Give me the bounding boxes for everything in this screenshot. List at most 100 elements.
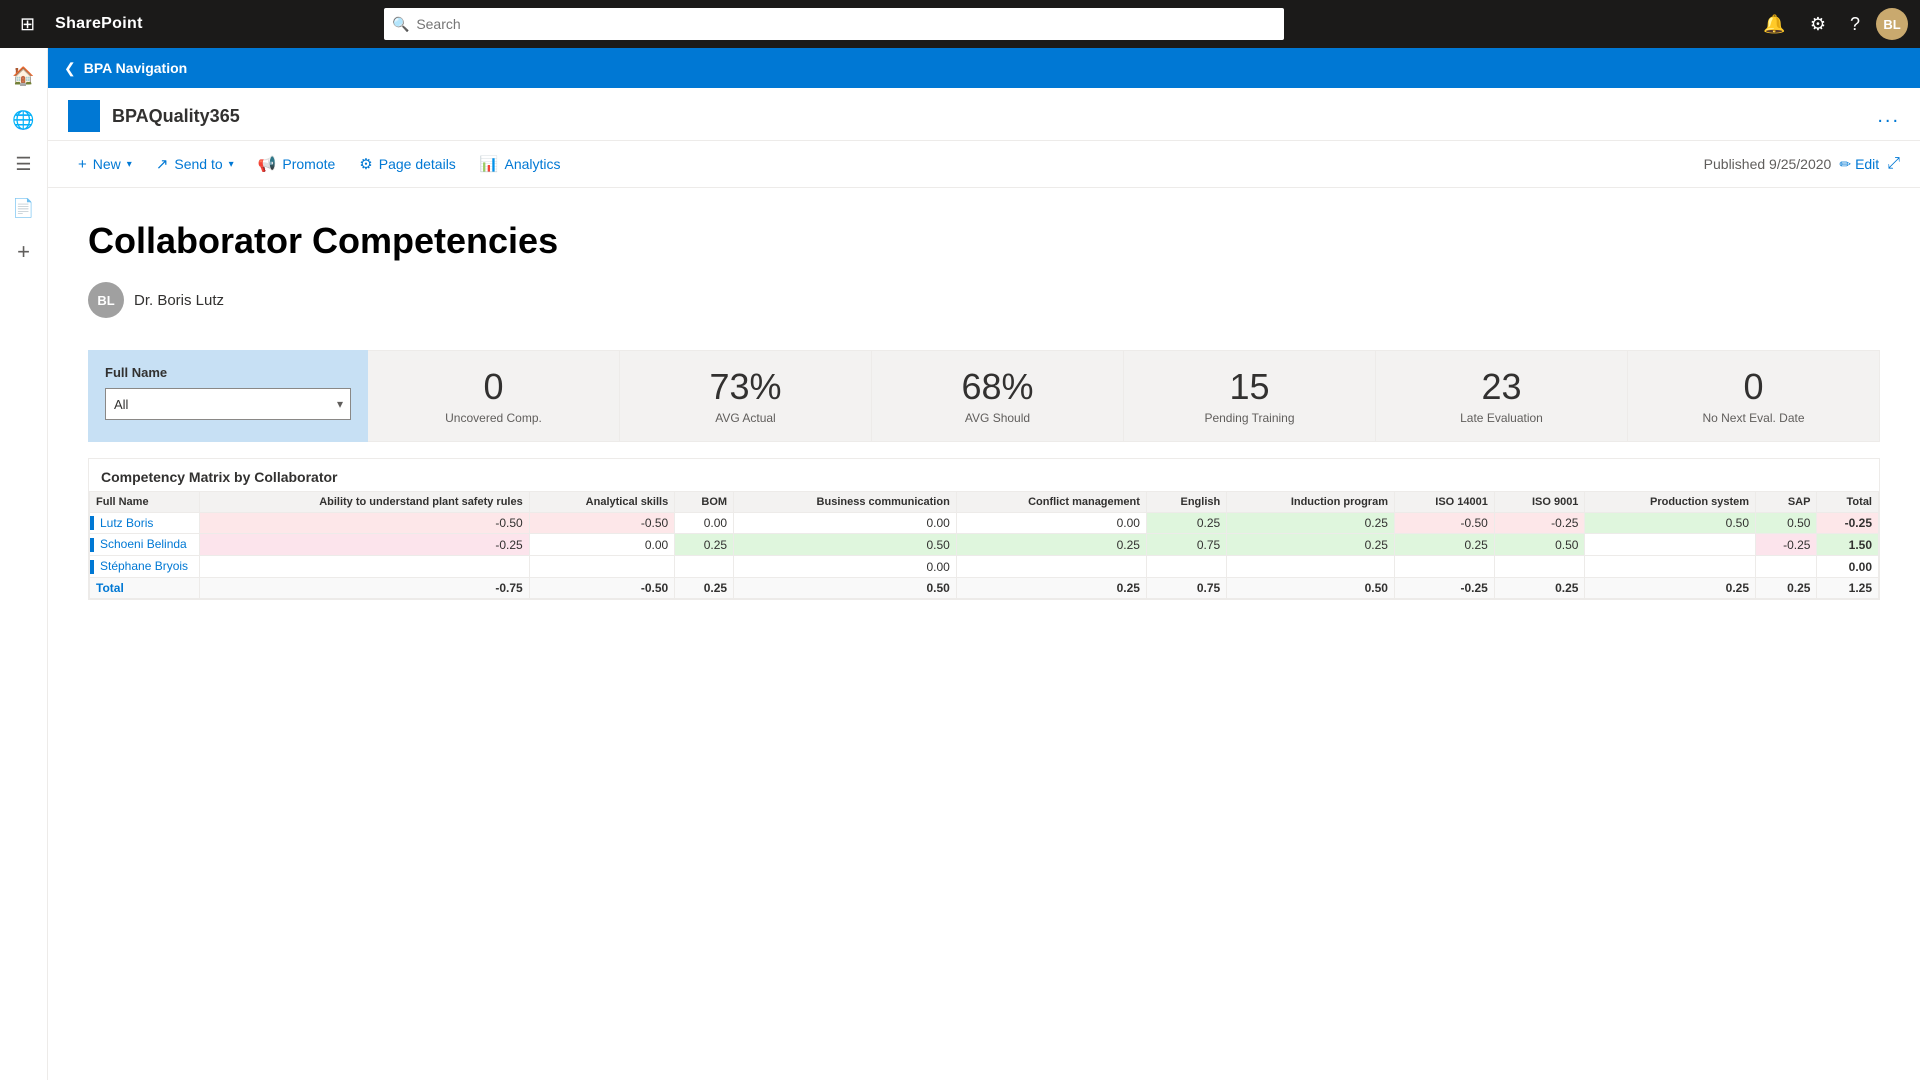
stat-value-no-next: 0 bbox=[1743, 367, 1763, 407]
sidebar-item-home[interactable]: 🏠 bbox=[4, 56, 44, 96]
sidebar: 🏠 🌐 ☰ 📄 + bbox=[0, 48, 48, 1080]
analytics-label: Analytics bbox=[505, 156, 561, 172]
send-to-button[interactable]: ↗ Send to ▾ bbox=[146, 149, 244, 179]
page-title: Collaborator Competencies bbox=[88, 220, 1880, 262]
sidebar-item-sites[interactable]: 🌐 bbox=[4, 100, 44, 140]
total-iso14: -0.25 bbox=[1394, 578, 1494, 599]
stat-value-pending: 15 bbox=[1229, 367, 1269, 407]
total-conflict: 0.25 bbox=[956, 578, 1146, 599]
total-iso9: 0.25 bbox=[1494, 578, 1585, 599]
cell-lutz-bom: 0.00 bbox=[675, 512, 734, 534]
edit-label: Edit bbox=[1855, 156, 1879, 172]
bpa-navbar: ❮ BPA Navigation bbox=[48, 48, 1920, 88]
col-header-sap: SAP bbox=[1756, 491, 1817, 512]
page-header: BPAQuality365 ... bbox=[48, 88, 1920, 141]
col-header-safety: Ability to understand plant safety rules bbox=[200, 491, 530, 512]
promote-button[interactable]: 📢 Promote bbox=[248, 149, 346, 179]
promote-label: Promote bbox=[282, 156, 335, 172]
table-row: Schoeni Belinda -0.25 0.00 0.25 0.50 0.2… bbox=[90, 534, 1879, 556]
row-name-stephane[interactable]: Stéphane Bryois bbox=[100, 559, 188, 573]
matrix-container: Competency Matrix by Collaborator Full N… bbox=[88, 458, 1880, 600]
total-analytical: -0.50 bbox=[529, 578, 674, 599]
table-row: Lutz Boris -0.50 -0.50 0.00 0.00 0.00 0.… bbox=[90, 512, 1879, 534]
published-status: Published 9/25/2020 bbox=[1704, 156, 1832, 172]
stat-card-uncovered: 0 Uncovered Comp. bbox=[368, 350, 620, 442]
page-details-label: Page details bbox=[379, 156, 456, 172]
promote-icon: 📢 bbox=[258, 155, 277, 173]
stat-label-avg-should: AVG Should bbox=[965, 411, 1030, 425]
total-induction: 0.50 bbox=[1227, 578, 1395, 599]
edit-icon: ✏ bbox=[1839, 156, 1851, 173]
matrix-title: Competency Matrix by Collaborator bbox=[89, 459, 1879, 491]
page-details-button[interactable]: ⚙ Page details bbox=[349, 149, 466, 179]
total-bizcom: 0.50 bbox=[734, 578, 957, 599]
cell-lutz-bizcom: 0.00 bbox=[734, 512, 957, 534]
waffle-icon[interactable]: ⊞ bbox=[12, 10, 43, 39]
new-chevron-icon: ▾ bbox=[127, 159, 132, 170]
stat-label-uncovered: Uncovered Comp. bbox=[445, 411, 542, 425]
cell-stephane-production bbox=[1585, 556, 1756, 578]
cell-stephane-bom bbox=[675, 556, 734, 578]
cell-stephane-analytical bbox=[529, 556, 674, 578]
filter-select[interactable]: All Lutz Boris Schoeni Belinda Stéphane … bbox=[105, 388, 351, 420]
new-icon: + bbox=[78, 156, 87, 173]
cell-schoeni-iso9: 0.50 bbox=[1494, 534, 1585, 556]
cell-schoeni-iso14: 0.25 bbox=[1394, 534, 1494, 556]
help-icon[interactable]: ? bbox=[1842, 10, 1868, 39]
sidebar-item-create[interactable]: + bbox=[4, 232, 44, 272]
analytics-icon: 📊 bbox=[480, 155, 499, 173]
page-body: Collaborator Competencies BL Dr. Boris L… bbox=[48, 188, 1920, 1080]
stat-value-avg-should: 68% bbox=[961, 367, 1033, 407]
cell-schoeni-safety: -0.25 bbox=[200, 534, 530, 556]
expand-icon[interactable]: ⤢ bbox=[1887, 155, 1900, 173]
cell-schoeni-english: 0.75 bbox=[1146, 534, 1226, 556]
cell-lutz-induction: 0.25 bbox=[1227, 512, 1395, 534]
cell-stephane-english bbox=[1146, 556, 1226, 578]
cell-stephane-iso9 bbox=[1494, 556, 1585, 578]
topbar-right: 🔔 ⚙ ? BL bbox=[1755, 8, 1908, 40]
matrix-total-row: Total -0.75 -0.50 0.25 0.50 0.25 0.75 0.… bbox=[90, 578, 1879, 599]
row-name-schoeni[interactable]: Schoeni Belinda bbox=[100, 537, 187, 551]
search-icon: 🔍 bbox=[392, 16, 409, 33]
col-header-conflict: Conflict management bbox=[956, 491, 1146, 512]
filter-card: Full Name All Lutz Boris Schoeni Belinda… bbox=[88, 350, 368, 442]
total-sap: 0.25 bbox=[1756, 578, 1817, 599]
cell-lutz-sap: 0.50 bbox=[1756, 512, 1817, 534]
analytics-button[interactable]: 📊 Analytics bbox=[470, 149, 571, 179]
bpa-nav-chevron-icon: ❮ bbox=[64, 60, 76, 77]
total-row-label: Total bbox=[90, 578, 200, 599]
cell-schoeni-production bbox=[1585, 534, 1756, 556]
page-details-icon: ⚙ bbox=[359, 155, 372, 173]
new-button[interactable]: + New ▾ bbox=[68, 150, 142, 179]
filter-label: Full Name bbox=[105, 365, 351, 380]
edit-button[interactable]: ✏ Edit bbox=[1839, 156, 1879, 173]
author-row: BL Dr. Boris Lutz bbox=[88, 282, 1880, 318]
col-header-bizcom: Business communication bbox=[734, 491, 957, 512]
site-icon bbox=[68, 100, 100, 132]
topbar: ⊞ SharePoint 🔍 🔔 ⚙ ? BL bbox=[0, 0, 1920, 48]
cell-stephane-total: 0.00 bbox=[1817, 556, 1879, 578]
cell-lutz-english: 0.25 bbox=[1146, 512, 1226, 534]
avatar[interactable]: BL bbox=[1876, 8, 1908, 40]
cell-lutz-iso14: -0.50 bbox=[1394, 512, 1494, 534]
stat-card-late: 23 Late Evaluation bbox=[1376, 350, 1628, 442]
stat-value-avg-actual: 73% bbox=[709, 367, 781, 407]
author-avatar: BL bbox=[88, 282, 124, 318]
search-input[interactable] bbox=[384, 8, 1284, 40]
layout: 🏠 🌐 ☰ 📄 + ❮ BPA Navigation BPAQuality365… bbox=[0, 48, 1920, 1080]
row-name-lutz[interactable]: Lutz Boris bbox=[100, 516, 153, 530]
cell-stephane-iso14 bbox=[1394, 556, 1494, 578]
notification-icon[interactable]: 🔔 bbox=[1755, 10, 1793, 39]
cell-schoeni-total: 1.50 bbox=[1817, 534, 1879, 556]
new-label: New bbox=[93, 156, 121, 172]
sidebar-item-pages[interactable]: 📄 bbox=[4, 188, 44, 228]
sidebar-item-news[interactable]: ☰ bbox=[4, 144, 44, 184]
send-to-label: Send to bbox=[174, 156, 222, 172]
settings-icon[interactable]: ⚙ bbox=[1802, 10, 1834, 39]
col-header-analytical: Analytical skills bbox=[529, 491, 674, 512]
more-options-button[interactable]: ... bbox=[1877, 105, 1900, 128]
cell-schoeni-bizcom: 0.50 bbox=[734, 534, 957, 556]
stat-card-pending: 15 Pending Training bbox=[1124, 350, 1376, 442]
filter-select-wrapper: All Lutz Boris Schoeni Belinda Stéphane … bbox=[105, 388, 351, 420]
app-logo: SharePoint bbox=[55, 15, 143, 33]
